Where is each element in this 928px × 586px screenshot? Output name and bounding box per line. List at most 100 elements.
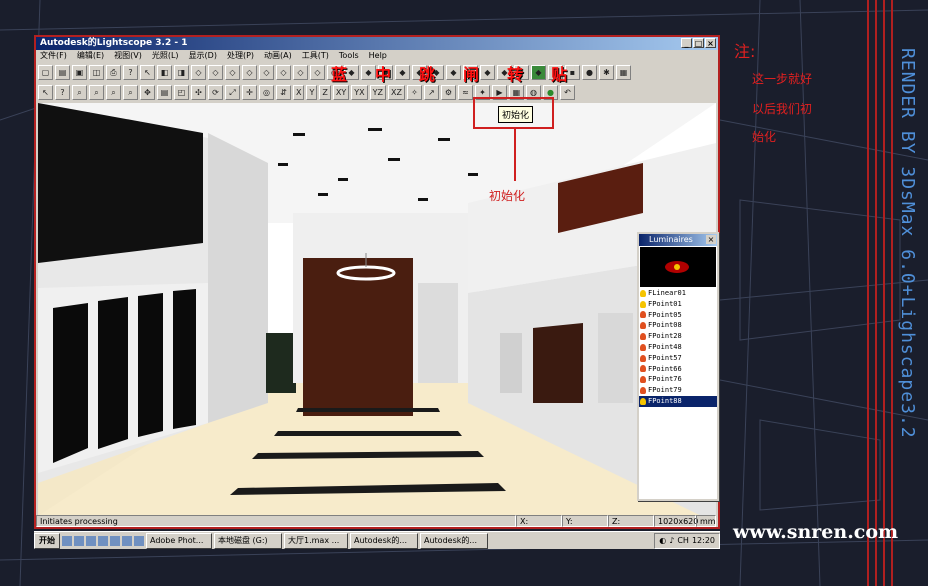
list-item[interactable]: FPoint57 <box>639 353 717 364</box>
menu-tools-cn[interactable]: 工具(T) <box>302 50 329 62</box>
list-item[interactable]: FPoint66 <box>639 364 717 375</box>
close-file-icon[interactable]: ◫ <box>89 64 104 80</box>
yellow-bulb-icon <box>640 289 646 297</box>
pivot-icon[interactable]: ✛ <box>242 84 257 100</box>
task-local-disk[interactable]: 本地磁盘 (G:) <box>214 532 282 549</box>
grey-cube-icon[interactable]: ▪ <box>565 64 580 80</box>
status-size: 1020x620 <box>654 515 698 527</box>
light-icon[interactable]: ✧ <box>406 84 422 100</box>
axis-y-button[interactable]: Y <box>306 84 318 100</box>
list-item[interactable]: FLinear01 <box>639 288 717 299</box>
ime-indicator[interactable]: CH <box>677 534 689 548</box>
cube8-icon[interactable]: ◇ <box>310 64 325 80</box>
cube4-icon[interactable]: ◇ <box>242 64 257 80</box>
pointer-icon[interactable]: ↖ <box>38 84 53 100</box>
status-z: Z: <box>608 515 654 527</box>
menu-file[interactable]: 文件(F) <box>40 50 67 62</box>
list-item[interactable]: FPoint08 <box>639 320 717 331</box>
list-item[interactable]: FPoint76 <box>639 374 717 385</box>
luminaire-preview-eye-icon <box>665 261 689 273</box>
back-icon[interactable]: ↶ <box>559 84 575 100</box>
cube1-icon[interactable]: ◇ <box>191 64 206 80</box>
overlay-char: 蓝 <box>331 65 348 84</box>
cube3-icon[interactable]: ◇ <box>225 64 240 80</box>
axis-z-button[interactable]: Z <box>319 84 331 100</box>
axis-xz-button[interactable]: XZ <box>387 84 405 100</box>
menu-light[interactable]: 光照(L) <box>152 50 179 62</box>
zoom-icon[interactable]: ⌕ <box>72 84 87 100</box>
cube2-icon[interactable]: ◇ <box>208 64 223 80</box>
quicklaunch-icon[interactable] <box>86 535 96 546</box>
camera-icon[interactable]: ◰ <box>174 84 189 100</box>
axis-yz-button[interactable]: YZ <box>369 84 386 100</box>
layer-icon[interactable]: ◧ <box>157 64 172 80</box>
pan-icon[interactable]: ✥ <box>140 84 155 100</box>
orbit-icon[interactable]: ◎ <box>259 84 274 100</box>
quicklaunch-icon[interactable] <box>98 535 108 546</box>
list-item[interactable]: FPoint48 <box>639 342 717 353</box>
quicklaunch-icon[interactable] <box>62 535 72 546</box>
zoom-window-icon[interactable]: ⌕ <box>106 84 121 100</box>
menu-display[interactable]: 显示(D) <box>189 50 217 62</box>
zoom-previous-icon[interactable]: ⌕ <box>123 84 138 100</box>
list-item-selected[interactable]: FPoint88 <box>639 395 717 407</box>
volume-icon[interactable]: ♪ <box>669 534 674 548</box>
gear-icon[interactable]: ✱ <box>599 64 614 80</box>
print-icon[interactable]: ⎙ <box>106 64 121 80</box>
menu-process[interactable]: 处理(P) <box>227 50 254 62</box>
whats-this-icon[interactable]: ↖ <box>140 64 155 80</box>
maximize-button[interactable]: □ <box>693 38 704 48</box>
red-bulb-icon <box>640 365 646 373</box>
sphere-icon[interactable]: ● <box>582 64 597 80</box>
zoom-extent-icon[interactable]: ⌕ <box>89 84 104 100</box>
quicklaunch-icon[interactable] <box>122 535 132 546</box>
run-icon[interactable]: ≈ <box>457 84 473 100</box>
walk-icon[interactable]: ⇵ <box>276 84 291 100</box>
task-lightscape-2[interactable]: Autodesk的... <box>420 532 488 549</box>
start-button[interactable]: 开始 <box>34 532 60 549</box>
layers-icon[interactable]: ▤ <box>157 84 172 100</box>
cube7-icon[interactable]: ◇ <box>293 64 308 80</box>
close-button[interactable]: × <box>705 38 716 48</box>
move-icon[interactable]: ✣ <box>191 84 206 100</box>
help-icon[interactable]: ? <box>123 64 138 80</box>
list-item[interactable]: FPoint79 <box>639 385 717 396</box>
tooltip: 初始化 <box>498 106 534 123</box>
initialize-icon[interactable]: ↗ <box>423 84 439 100</box>
save-icon[interactable]: ▣ <box>72 64 87 80</box>
axis-xy-button[interactable]: XY <box>332 84 350 100</box>
quicklaunch-icon[interactable] <box>110 535 120 546</box>
window-titlebar[interactable]: Autodesk的Lightscope 3.2 - 1 _ □ × <box>36 37 718 50</box>
axis-yx-button[interactable]: YX <box>351 84 368 100</box>
new-icon[interactable]: ▢ <box>38 64 53 80</box>
process-icon[interactable]: ⚙ <box>440 84 456 100</box>
task-photoshop[interactable]: Adobe Phot... <box>146 532 212 549</box>
image-icon[interactable]: ▦ <box>616 64 631 80</box>
rotate-icon[interactable]: ⟳ <box>208 84 223 100</box>
system-tray: ◐ ♪ CH 12:20 <box>654 532 720 549</box>
open-icon[interactable]: ▤ <box>55 64 70 80</box>
menu-view[interactable]: 视图(V) <box>114 50 142 62</box>
network-icon[interactable]: ◐ <box>659 534 666 548</box>
red-bulb-icon <box>640 387 646 395</box>
scale-icon[interactable]: ⤢ <box>225 84 240 100</box>
clock: 12:20 <box>691 535 715 545</box>
cube6-icon[interactable]: ◇ <box>276 64 291 80</box>
task-max-file[interactable]: 大厅1.max ... <box>284 532 348 549</box>
cube5-icon[interactable]: ◇ <box>259 64 274 80</box>
select-icon[interactable]: ◨ <box>174 64 189 80</box>
menu-edit[interactable]: 编辑(E) <box>77 50 104 62</box>
task-lightscape-1[interactable]: Autodesk的... <box>350 532 418 549</box>
luminaires-titlebar[interactable]: Luminaires × <box>639 234 717 246</box>
axis-x-button[interactable]: X <box>293 84 305 100</box>
luminaires-close-button[interactable]: × <box>706 235 716 244</box>
minimize-button[interactable]: _ <box>681 38 692 48</box>
query-icon[interactable]: ? <box>55 84 70 100</box>
quicklaunch-icon[interactable] <box>74 535 84 546</box>
quicklaunch-icon[interactable] <box>134 535 144 546</box>
list-item[interactable]: FPoint01 <box>639 299 717 310</box>
list-item[interactable]: FPoint05 <box>639 310 717 321</box>
menu-animation[interactable]: 动画(A) <box>264 50 292 62</box>
list-item[interactable]: FPoint28 <box>639 331 717 342</box>
render-viewport[interactable] <box>38 103 716 516</box>
